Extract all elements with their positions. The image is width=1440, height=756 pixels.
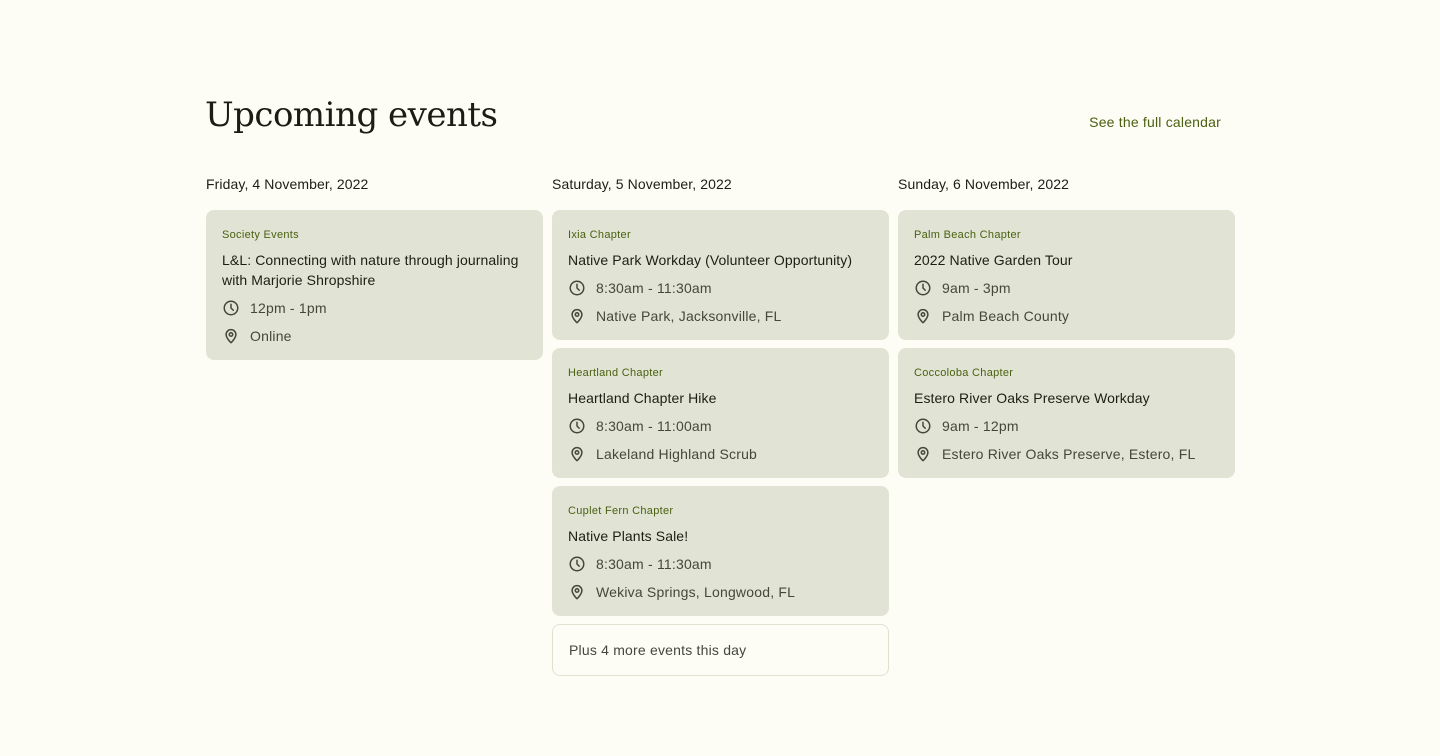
event-title: Native Park Workday (Volunteer Opportuni… <box>568 252 853 268</box>
event-time-text: 8:30am - 11:00am <box>596 418 712 434</box>
clock-icon <box>914 417 932 435</box>
day-column-sunday: Sunday, 6 November, 2022 Palm Beach Chap… <box>898 175 1235 676</box>
event-card[interactable]: Heartland Chapter Heartland Chapter Hike… <box>552 348 889 478</box>
clock-icon <box>222 299 240 317</box>
event-time: 8:30am - 11:30am <box>568 278 873 298</box>
event-location-text: Online <box>250 328 292 344</box>
event-card[interactable]: Society Events L&L: Connecting with natu… <box>206 210 543 360</box>
event-location: Online <box>222 326 527 346</box>
clock-icon <box>568 417 586 435</box>
event-title: L&L: Connecting with nature through jour… <box>222 252 519 288</box>
event-time-text: 8:30am - 11:30am <box>596 280 712 296</box>
event-title: Native Plants Sale! <box>568 528 689 544</box>
event-chapter: Palm Beach Chapter <box>914 229 1021 241</box>
map-pin-icon <box>914 445 932 463</box>
event-location-text: Lakeland Highland Scrub <box>596 446 758 462</box>
event-card[interactable]: Coccoloba Chapter Estero River Oaks Pres… <box>898 348 1235 478</box>
event-time: 9am - 12pm <box>914 416 1219 436</box>
page-title: Upcoming events <box>205 95 498 135</box>
events-grid: Friday, 4 November, 2022 Society Events … <box>206 175 1235 676</box>
event-chapter: Cuplet Fern Chapter <box>568 505 674 517</box>
clock-icon <box>914 279 932 297</box>
event-card[interactable]: Ixia Chapter Native Park Workday (Volunt… <box>552 210 889 340</box>
event-time: 12pm - 1pm <box>222 298 527 318</box>
event-location-text: Estero River Oaks Preserve, Estero, FL <box>942 446 1196 462</box>
event-title: Heartland Chapter Hike <box>568 390 717 406</box>
map-pin-icon <box>568 583 586 601</box>
event-time-text: 9am - 12pm <box>942 418 1019 434</box>
day-heading: Saturday, 5 November, 2022 <box>552 176 732 192</box>
event-location-text: Palm Beach County <box>942 308 1070 324</box>
event-chapter: Coccoloba Chapter <box>914 367 1014 379</box>
event-title: 2022 Native Garden Tour <box>914 252 1073 268</box>
day-heading: Sunday, 6 November, 2022 <box>898 176 1070 192</box>
clock-icon <box>568 555 586 573</box>
day-heading: Friday, 4 November, 2022 <box>206 176 369 192</box>
event-time-text: 8:30am - 11:30am <box>596 556 712 572</box>
event-chapter: Ixia Chapter <box>568 229 631 241</box>
day-column-friday: Friday, 4 November, 2022 Society Events … <box>206 175 543 676</box>
map-pin-icon <box>222 327 240 345</box>
event-time: 9am - 3pm <box>914 278 1219 298</box>
event-time: 8:30am - 11:30am <box>568 554 873 574</box>
event-time: 8:30am - 11:00am <box>568 416 873 436</box>
clock-icon <box>568 279 586 297</box>
map-pin-icon <box>568 307 586 325</box>
event-location: Wekiva Springs, Longwood, FL <box>568 582 873 602</box>
event-title: Estero River Oaks Preserve Workday <box>914 390 1150 406</box>
event-chapter: Society Events <box>222 229 299 241</box>
event-card[interactable]: Palm Beach Chapter 2022 Native Garden To… <box>898 210 1235 340</box>
event-location: Palm Beach County <box>914 306 1219 326</box>
day-column-saturday: Saturday, 5 November, 2022 Ixia Chapter … <box>552 175 889 676</box>
map-pin-icon <box>568 445 586 463</box>
event-card[interactable]: Cuplet Fern Chapter Native Plants Sale! … <box>552 486 889 616</box>
map-pin-icon <box>914 307 932 325</box>
full-calendar-link[interactable]: See the full calendar <box>1089 113 1221 131</box>
more-events-button[interactable]: Plus 4 more events this day <box>552 624 889 676</box>
event-location: Estero River Oaks Preserve, Estero, FL <box>914 444 1219 464</box>
event-location: Lakeland Highland Scrub <box>568 444 873 464</box>
event-chapter: Heartland Chapter <box>568 367 663 379</box>
more-events-label: Plus 4 more events this day <box>569 642 747 658</box>
event-location: Native Park, Jacksonville, FL <box>568 306 873 326</box>
event-location-text: Wekiva Springs, Longwood, FL <box>596 584 796 600</box>
event-time-text: 12pm - 1pm <box>250 300 327 316</box>
event-location-text: Native Park, Jacksonville, FL <box>596 308 782 324</box>
event-time-text: 9am - 3pm <box>942 280 1011 296</box>
